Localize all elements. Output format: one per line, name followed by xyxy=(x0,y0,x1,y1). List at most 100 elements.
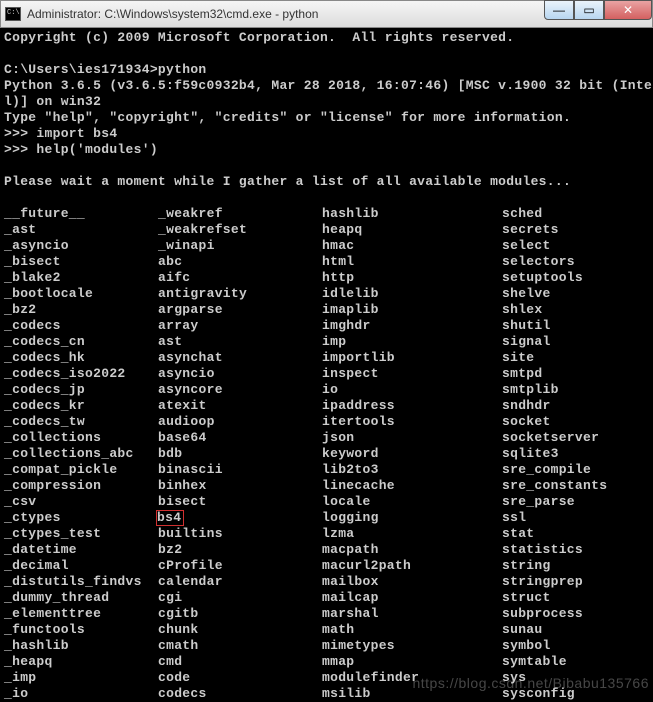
module-name: mimetypes xyxy=(322,638,502,654)
module-name: mailcap xyxy=(322,590,502,606)
module-name: struct xyxy=(502,590,551,606)
terminal-line xyxy=(4,46,649,62)
module-name: atexit xyxy=(158,398,322,414)
terminal-line: Copyright (c) 2009 Microsoft Corporation… xyxy=(4,30,649,46)
module-name: secrets xyxy=(502,222,559,238)
module-name: json xyxy=(322,430,502,446)
module-name: binhex xyxy=(158,478,322,494)
module-row: _decimalcProfilemacurl2pathstring xyxy=(4,558,649,574)
watermark-text: https://blog.csdn.net/Bibabu135766 xyxy=(412,675,649,691)
module-name: macpath xyxy=(322,542,502,558)
module-name: _collections xyxy=(4,430,158,446)
module-name: cmath xyxy=(158,638,322,654)
module-name: subprocess xyxy=(502,606,583,622)
module-row: _codecs_jpasyncoreiosmtplib xyxy=(4,382,649,398)
module-name: sqlite3 xyxy=(502,446,559,462)
module-name: shlex xyxy=(502,302,543,318)
module-row: _dummy_threadcgimailcapstruct xyxy=(4,590,649,606)
module-name: logging xyxy=(322,510,502,526)
module-name: sre_compile xyxy=(502,462,591,478)
module-row: _csvbisectlocalesre_parse xyxy=(4,494,649,510)
terminal-line: l)] on win32 xyxy=(4,94,649,110)
module-name: bdb xyxy=(158,446,322,462)
module-row: _asyncio_winapihmacselect xyxy=(4,238,649,254)
module-name: inspect xyxy=(322,366,502,382)
module-name: heapq xyxy=(322,222,502,238)
module-name: _hashlib xyxy=(4,638,158,654)
module-name: ssl xyxy=(502,510,526,526)
module-name: symbol xyxy=(502,638,551,654)
module-name: site xyxy=(502,350,534,366)
module-name: _ctypes xyxy=(4,510,158,526)
module-name: sched xyxy=(502,206,543,222)
module-row: _bisectabchtmlselectors xyxy=(4,254,649,270)
terminal-line: >>> help('modules') xyxy=(4,142,649,158)
module-name: importlib xyxy=(322,350,502,366)
module-name: mailbox xyxy=(322,574,502,590)
module-name: codecs xyxy=(158,686,322,702)
module-name: macurl2path xyxy=(322,558,502,574)
module-row: _datetimebz2macpathstatistics xyxy=(4,542,649,558)
module-name: _weakrefset xyxy=(158,222,322,238)
module-name: math xyxy=(322,622,502,638)
module-name: _distutils_findvs xyxy=(4,574,158,590)
module-row: _heapqcmdmmapsymtable xyxy=(4,654,649,670)
module-name: imaplib xyxy=(322,302,502,318)
module-row: _compat_picklebinasciilib2to3sre_compile xyxy=(4,462,649,478)
module-name: _blake2 xyxy=(4,270,158,286)
module-name: _codecs_cn xyxy=(4,334,158,350)
module-name: base64 xyxy=(158,430,322,446)
module-row: _codecs_twaudioopitertoolssocket xyxy=(4,414,649,430)
module-name: _compat_pickle xyxy=(4,462,158,478)
module-name: array xyxy=(158,318,322,334)
module-name: sndhdr xyxy=(502,398,551,414)
terminal-line: Please wait a moment while I gather a li… xyxy=(4,174,649,190)
module-name: _bisect xyxy=(4,254,158,270)
module-name: mmap xyxy=(322,654,502,670)
module-name: keyword xyxy=(322,446,502,462)
module-name: string xyxy=(502,558,551,574)
module-name: socket xyxy=(502,414,551,430)
module-name: bz2 xyxy=(158,542,322,558)
module-name: _heapq xyxy=(4,654,158,670)
minimize-button[interactable]: — xyxy=(544,0,574,20)
module-name: _compression xyxy=(4,478,158,494)
module-name: stringprep xyxy=(502,574,583,590)
module-name: cProfile xyxy=(158,558,322,574)
close-button[interactable]: ✕ xyxy=(604,0,652,20)
module-name: itertools xyxy=(322,414,502,430)
module-name: _winapi xyxy=(158,238,322,254)
module-name: lib2to3 xyxy=(322,462,502,478)
module-name: _codecs_tw xyxy=(4,414,158,430)
module-name: ast xyxy=(158,334,322,350)
cmd-icon xyxy=(5,7,21,21)
module-name: linecache xyxy=(322,478,502,494)
module-name: abc xyxy=(158,254,322,270)
module-name: _codecs_hk xyxy=(4,350,158,366)
terminal-output[interactable]: Copyright (c) 2009 Microsoft Corporation… xyxy=(0,28,653,697)
module-name: selectors xyxy=(502,254,575,270)
module-name: ipaddress xyxy=(322,398,502,414)
module-name: _collections_abc xyxy=(4,446,158,462)
module-name: bs4 xyxy=(158,510,322,526)
module-name: _codecs_kr xyxy=(4,398,158,414)
module-name: imghdr xyxy=(322,318,502,334)
terminal-line xyxy=(4,190,649,206)
module-row: __future___weakrefhashlibsched xyxy=(4,206,649,222)
module-name: _imp xyxy=(4,670,158,686)
module-row: _bootlocaleantigravityidlelibshelve xyxy=(4,286,649,302)
terminal-line xyxy=(4,158,649,174)
module-name: marshal xyxy=(322,606,502,622)
module-name: _codecs xyxy=(4,318,158,334)
window-title: Administrator: C:\Windows\system32\cmd.e… xyxy=(27,7,544,21)
module-name: antigravity xyxy=(158,286,322,302)
module-name: html xyxy=(322,254,502,270)
module-name: _codecs_iso2022 xyxy=(4,366,158,382)
maximize-button[interactable]: ▭ xyxy=(574,0,604,20)
module-name: stat xyxy=(502,526,534,542)
module-name: _bz2 xyxy=(4,302,158,318)
module-row: _hashlibcmathmimetypessymbol xyxy=(4,638,649,654)
module-name: __future__ xyxy=(4,206,158,222)
module-name: _asyncio xyxy=(4,238,158,254)
module-name: smtplib xyxy=(502,382,559,398)
